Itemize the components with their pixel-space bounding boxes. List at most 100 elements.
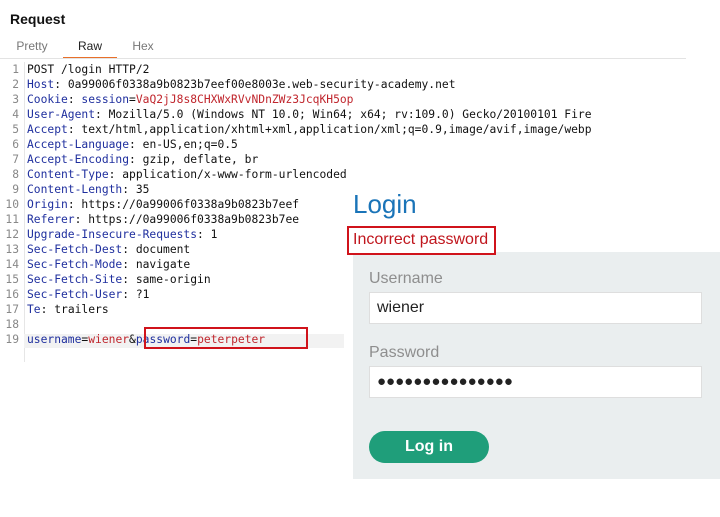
line-content: Origin: https://0a99006f0338a9b0823b7eef <box>27 197 299 212</box>
tab-hex[interactable]: Hex <box>118 37 168 57</box>
header-separator: : <box>122 288 136 301</box>
request-line: 10 Origin: https://0a99006f0338a9b0823b7e… <box>0 197 686 212</box>
line-content: Content-Type: application/x-www-form-url… <box>27 167 347 182</box>
header-value: trailers <box>54 303 109 316</box>
header-value: document <box>135 243 191 256</box>
line-content: Cookie: session=VaQ2jJ8s8CHXWxRVvNDnZWz3… <box>27 92 354 107</box>
request-line: 9 Content-Length: 35 <box>0 182 686 197</box>
line-number: 12 <box>5 228 19 241</box>
header-name: Origin <box>27 198 68 211</box>
header-name: Sec-Fetch-Mode <box>27 258 123 271</box>
line-content: Sec-Fetch-Dest: document <box>27 242 190 257</box>
line-number: 5 <box>12 123 19 136</box>
header-value: same-origin <box>135 273 211 286</box>
request-line: 12 Upgrade-Insecure-Requests: 1 <box>0 227 686 242</box>
header-separator: : <box>108 168 123 181</box>
header-value: en-US,en;q=0.5 <box>142 138 238 151</box>
request-text: POST /login HTTP/2 <box>27 63 150 76</box>
tab-raw[interactable]: Raw <box>63 37 117 59</box>
line-content: Sec-Fetch-Mode: navigate <box>27 257 190 272</box>
cookie-value: VaQ2jJ8s8CHXWxRVvNDnZWz3JcqKH5op <box>135 93 354 106</box>
header-name: Accept-Language <box>27 138 130 151</box>
header-separator: : <box>74 213 89 226</box>
header-separator: : <box>129 138 143 151</box>
login-button[interactable]: Log in <box>369 431 489 463</box>
line-content: Referer: https://0a99006f0338a9b0823b7ee <box>27 212 299 227</box>
line-number: 14 <box>5 258 19 271</box>
header-separator: : <box>40 303 55 316</box>
line-content: Content-Length: 35 <box>27 182 149 197</box>
header-name: Sec-Fetch-User <box>27 288 123 301</box>
header-separator: : <box>67 198 82 211</box>
line-number: 4 <box>12 108 19 121</box>
line-number: 7 <box>12 153 19 166</box>
cookie-equals: = <box>129 93 136 106</box>
request-line: 4 User-Agent: Mozilla/5.0 (Windows NT 10.… <box>0 107 686 122</box>
header-name: Accept-Encoding <box>27 153 130 166</box>
header-separator: : <box>95 108 109 121</box>
line-number: 9 <box>12 183 19 196</box>
line-content: Upgrade-Insecure-Requests: 1 <box>27 227 217 242</box>
request-line: 5 Accept: text/html,application/xhtml+xml… <box>0 122 686 137</box>
cookie-name: session <box>81 93 130 106</box>
line-content: User-Agent: Mozilla/5.0 (Windows NT 10.0… <box>27 107 592 122</box>
line-number: 13 <box>5 243 19 256</box>
header-separator: : <box>197 228 211 241</box>
line-content: Accept: text/html,application/xhtml+xml,… <box>27 122 592 137</box>
line-number: 6 <box>12 138 19 151</box>
line-number: 10 <box>5 198 19 211</box>
request-line: 1 POST /login HTTP/2 <box>0 62 686 77</box>
tab-pretty[interactable]: Pretty <box>6 37 58 57</box>
line-content: Te: trailers <box>27 302 109 317</box>
param-value: wiener <box>88 333 130 346</box>
header-name: Content-Length <box>27 183 123 196</box>
line-number: 17 <box>5 303 19 316</box>
header-name: Te <box>27 303 41 316</box>
header-name: Sec-Fetch-Site <box>27 273 123 286</box>
line-number: 19 <box>5 333 19 346</box>
request-line: 11 Referer: https://0a99006f0338a9b0823b7… <box>0 212 686 227</box>
line-content: Host: 0a99006f0338a9b0823b7eef00e8003e.w… <box>27 77 456 92</box>
username-label: Username <box>369 270 443 287</box>
request-line: 3 Cookie: session=VaQ2jJ8s8CHXWxRVvNDnZWz… <box>0 92 686 107</box>
header-separator: : <box>122 243 136 256</box>
password-label: Password <box>369 344 440 361</box>
header-name: User-Agent <box>27 108 96 121</box>
header-name: Cookie <box>27 93 68 106</box>
header-value: navigate <box>135 258 191 271</box>
line-number: 3 <box>12 93 19 106</box>
line-number: 15 <box>5 273 19 286</box>
header-value: ?1 <box>135 288 150 301</box>
username-input[interactable]: wiener <box>369 292 702 324</box>
header-separator: : <box>122 183 136 196</box>
line-number: 16 <box>5 288 19 301</box>
line-number: 2 <box>12 78 19 91</box>
header-name: Host <box>27 78 55 91</box>
incorrect-password-error: Incorrect password <box>353 231 489 248</box>
password-param-highlight-box <box>144 327 308 349</box>
password-input[interactable]: ●●●●●●●●●●●●●●● <box>369 366 702 398</box>
param-name: username <box>27 333 82 346</box>
header-name: Content-Type <box>27 168 109 181</box>
tabs-divider <box>0 58 686 59</box>
line-number: 11 <box>5 213 19 226</box>
line-number: 1 <box>12 63 19 76</box>
request-view-tabs: Pretty Raw Hex <box>0 37 686 59</box>
header-value: application/x-www-form-urlencoded <box>122 168 347 181</box>
header-separator: : <box>129 153 143 166</box>
line-number: 18 <box>5 318 19 331</box>
login-heading: Login <box>353 189 417 219</box>
header-name: Accept <box>27 123 68 136</box>
request-line: 6 Accept-Language: en-US,en;q=0.5 <box>0 137 686 152</box>
header-value: 0a99006f0338a9b0823b7eef00e8003e.web-sec… <box>67 78 456 91</box>
header-separator: : <box>122 273 136 286</box>
header-name: Sec-Fetch-Dest <box>27 243 123 256</box>
header-separator: : <box>122 258 136 271</box>
header-separator: : <box>67 123 82 136</box>
line-content: Sec-Fetch-Site: same-origin <box>27 272 211 287</box>
header-value: 35 <box>135 183 150 196</box>
header-name: Upgrade-Insecure-Requests <box>27 228 198 241</box>
header-separator: : <box>54 78 68 91</box>
header-value: https://0a99006f0338a9b0823b7ee <box>88 213 300 226</box>
line-number: 8 <box>12 168 19 181</box>
